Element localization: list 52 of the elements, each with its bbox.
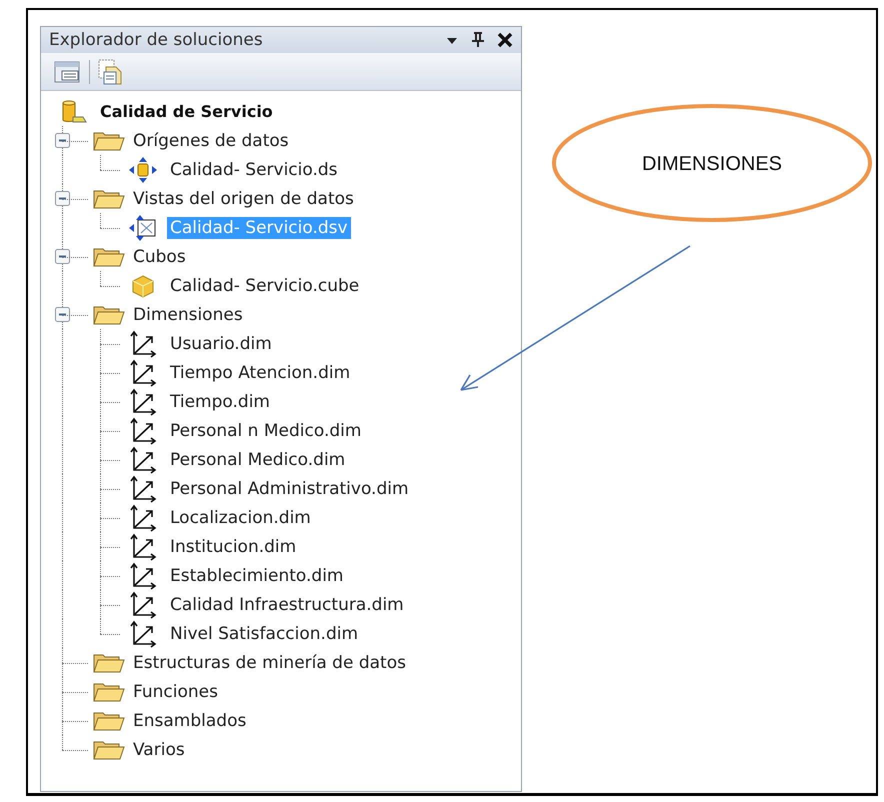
callout-label: DIMENSIONES [642,153,782,175]
tree-item[interactable]: Tiempo Atencion.dim [167,362,354,384]
axes-icon [129,620,157,648]
axes-icon [129,562,157,590]
tree-item[interactable]: Localizacion.dim [167,506,314,528]
axes-icon [129,504,157,532]
axes-icon [129,358,157,386]
tree-item[interactable]: Varios [130,738,188,760]
table-arrows-icon [128,214,158,242]
tree-item[interactable]: Calidad- Servicio.ds [167,158,341,180]
axes-icon [129,474,157,502]
folder-icon [93,710,125,732]
tree-item[interactable]: Cubos [130,246,189,268]
tree-item[interactable]: Institucion.dim [167,536,300,558]
folder-icon [93,246,125,268]
collapse-toggle[interactable] [55,133,70,148]
documents-icon[interactable] [96,58,124,86]
axes-icon [129,416,157,444]
axes-icon [129,388,157,416]
cylinder-arrows-icon [128,156,158,184]
tree-item[interactable]: Calidad- Servicio.cube [167,274,362,296]
axes-icon [129,532,157,560]
folder-icon [93,652,125,674]
folder-icon [93,130,125,152]
folder-icon [93,304,125,326]
tree-item[interactable]: Nivel Satisfaccion.dim [167,622,362,644]
tree-item[interactable]: Personal Administrativo.dim [167,478,412,500]
tree-item[interactable]: Dimensiones [130,304,246,326]
close-icon[interactable] [497,32,513,48]
tree-item[interactable]: Establecimiento.dim [167,564,346,586]
axes-icon [129,446,157,474]
tree-item[interactable]: Vistas del origen de datos [130,188,357,210]
panel-title: Explorador de soluciones [49,30,263,50]
tree-item[interactable]: Personal Medico.dim [167,448,348,470]
tree-item[interactable]: Personal n Medico.dim [167,420,364,442]
tree-item[interactable]: Tiempo.dim [167,390,273,412]
folder-icon [93,188,125,210]
tree-item[interactable]: Estructuras de minería de datos [130,652,409,674]
axes-icon [129,590,157,618]
tree-item[interactable]: Ensamblados [130,710,250,732]
axes-icon [129,330,157,358]
collapse-toggle[interactable] [55,249,70,264]
tree-item[interactable]: Funciones [130,680,221,702]
collapse-toggle[interactable] [55,191,70,206]
folder-icon [93,680,125,702]
tree-item[interactable]: Orígenes de datos [130,130,292,152]
pin-icon[interactable] [471,32,485,48]
tree-item[interactable]: Usuario.dim [167,332,275,354]
tree-item[interactable]: Calidad de Servicio [97,101,276,122]
collapse-toggle[interactable] [55,307,70,322]
folder-icon [93,738,125,760]
tree-item[interactable]: Calidad Infraestructura.dim [167,594,407,616]
